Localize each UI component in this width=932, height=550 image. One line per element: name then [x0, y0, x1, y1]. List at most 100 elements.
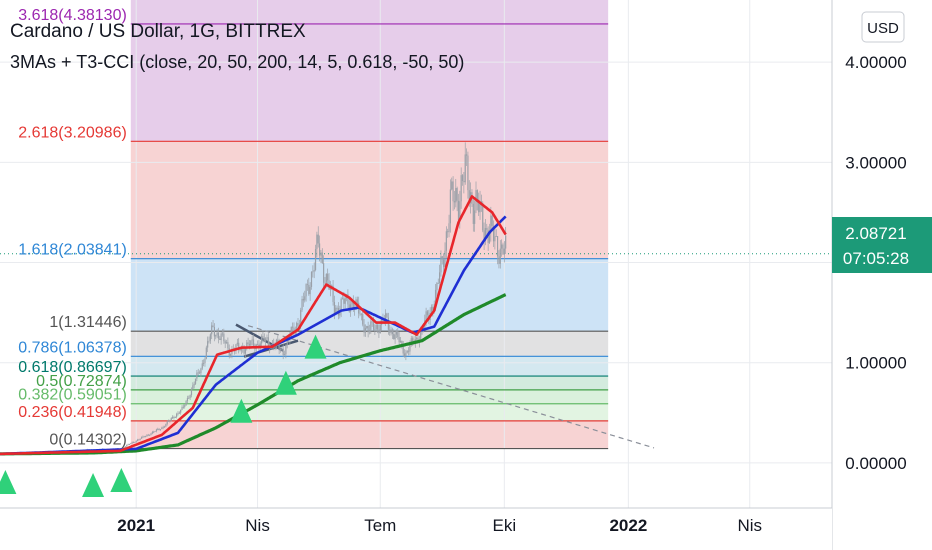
candle-body	[194, 378, 197, 384]
candle-body	[185, 401, 187, 406]
candle-body	[398, 337, 400, 343]
candle-body	[425, 311, 427, 321]
candle-body	[426, 311, 429, 315]
candle-body	[131, 442, 133, 444]
candle-body	[193, 383, 195, 386]
candle-body	[236, 342, 238, 345]
candle-body	[128, 444, 131, 445]
candle-body	[370, 321, 372, 330]
candle-body	[161, 427, 163, 430]
candle-body	[464, 154, 466, 183]
candle-body	[130, 443, 132, 445]
buy-signal-triangle	[82, 472, 105, 497]
candle-body	[159, 429, 162, 430]
candle-body	[412, 338, 414, 341]
candle-body	[325, 273, 327, 283]
candle-body	[252, 339, 255, 347]
fib-label: 1.618(2.03841)	[18, 242, 127, 259]
time-tick-label: Tem	[364, 516, 396, 535]
candle-body	[213, 327, 216, 337]
candle-body	[359, 313, 361, 315]
candle-body	[184, 405, 186, 407]
fib-zone	[130, 258, 609, 332]
candle-body	[460, 175, 462, 202]
candle-body	[406, 350, 408, 353]
candle-body	[503, 248, 505, 255]
candle-body	[420, 330, 422, 341]
candle-body	[449, 189, 451, 224]
candle-body	[204, 358, 206, 364]
time-tick-label: Eki	[493, 516, 517, 535]
candle-body	[416, 337, 418, 340]
candle-body	[494, 236, 496, 242]
candle-body	[399, 340, 402, 343]
candle-body	[219, 338, 221, 341]
candle-body	[181, 406, 183, 410]
candle-body	[163, 426, 166, 428]
last-price-tag: 2.08721 07:05:28	[832, 217, 932, 273]
price-chart[interactable]: 3.618(4.38130)2.618(3.20986)1.618(2.0384…	[0, 0, 932, 550]
candle-body	[453, 201, 456, 203]
candle-body	[229, 353, 232, 356]
candle-body	[186, 398, 189, 402]
candle-body	[282, 348, 284, 355]
candle-body	[271, 343, 273, 345]
candle-body	[169, 420, 171, 422]
indicator-legend[interactable]: 3MAs + T3-CCI (close, 20, 50, 200, 14, 5…	[10, 52, 464, 72]
price-tick-label: 0.00000	[845, 454, 906, 473]
candle-body	[309, 286, 311, 295]
candle-body	[143, 436, 145, 438]
candle-body	[455, 188, 457, 203]
candle-body	[323, 263, 325, 283]
candle-body	[461, 175, 464, 182]
candle-body	[316, 234, 318, 250]
candle-body	[146, 434, 148, 436]
candle-body	[451, 181, 453, 190]
price-tick-label: 4.00000	[845, 53, 906, 72]
candle-body	[306, 284, 309, 285]
candle-body	[438, 272, 441, 283]
candle-body	[207, 341, 209, 348]
candle-body	[320, 252, 322, 256]
candle-body	[267, 337, 269, 346]
fib-labels: 3.618(4.38130)2.618(3.20986)1.618(2.0384…	[18, 7, 127, 449]
candle-body	[403, 353, 406, 356]
candle-body	[174, 416, 176, 418]
candle-body	[386, 313, 388, 318]
currency-button[interactable]: USD	[861, 11, 905, 43]
candle-body	[486, 228, 488, 230]
candle-body	[366, 325, 368, 329]
candle-body	[437, 282, 439, 284]
candle-body	[136, 439, 139, 441]
candle-body	[304, 296, 306, 301]
candle-body	[142, 436, 144, 438]
candle-body	[314, 249, 317, 270]
candle-body	[341, 298, 344, 300]
candle-body	[448, 223, 450, 233]
candle-body	[177, 413, 179, 415]
candle-body	[379, 324, 381, 334]
candle-body	[394, 334, 396, 340]
candle-body	[310, 271, 313, 287]
fib-label: 0.786(1.06378)	[18, 339, 127, 356]
candle-body	[467, 155, 469, 191]
candle-body	[225, 342, 228, 344]
candle-body	[436, 283, 438, 290]
candle-body	[395, 330, 398, 335]
fib-label: 0(0.14302)	[49, 432, 126, 449]
candle-body	[209, 334, 211, 341]
candle-body	[223, 333, 225, 342]
candle-body	[375, 324, 377, 330]
candle-body	[166, 421, 168, 425]
candle-body	[205, 347, 207, 359]
candle-body	[145, 435, 147, 437]
candle-body	[134, 442, 136, 443]
candle-body	[189, 395, 191, 398]
candle-body	[154, 431, 156, 432]
candle-body	[221, 333, 224, 335]
time-tick-label: Nis	[737, 516, 762, 535]
candle-body	[501, 244, 503, 249]
candle-body	[127, 444, 129, 446]
candle-body	[224, 341, 226, 344]
candle-body	[158, 429, 160, 430]
